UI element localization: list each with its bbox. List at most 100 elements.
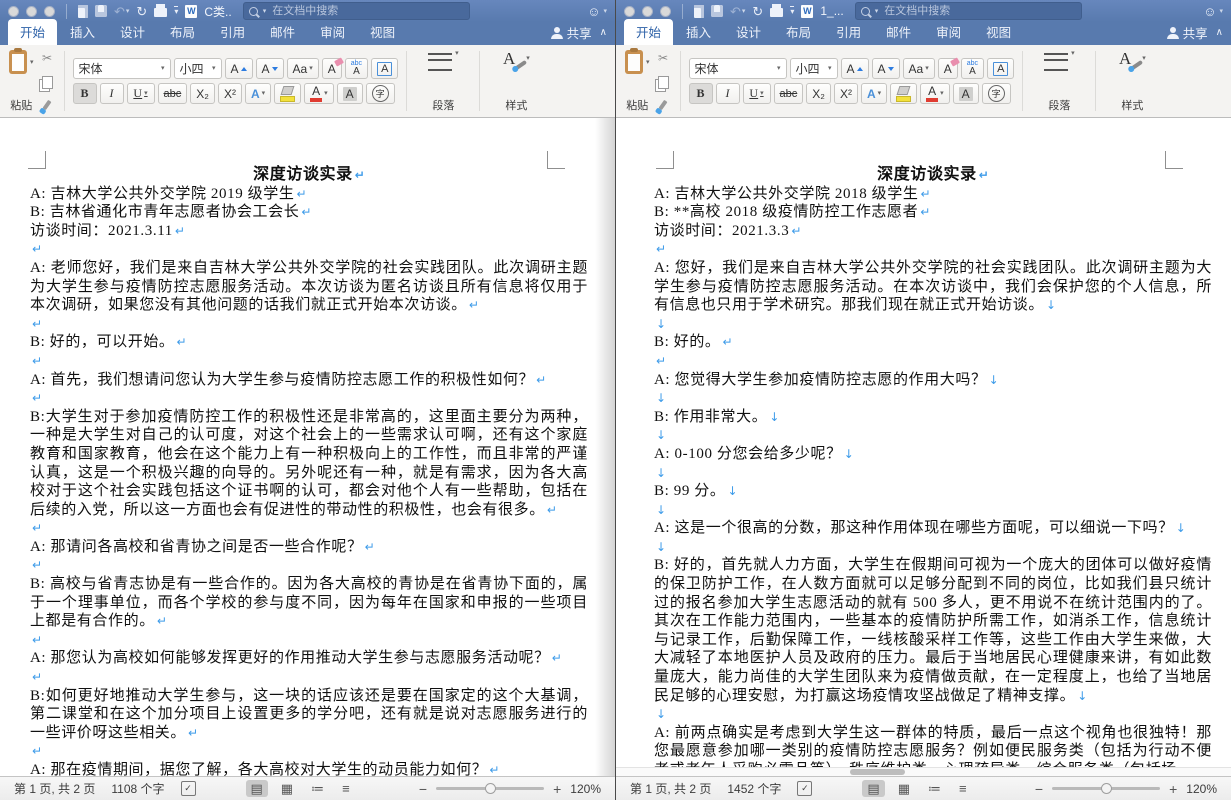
- search-caret-icon[interactable]: ▾: [263, 7, 267, 15]
- document-editing-surface[interactable]: 深度访谈实录↵A: 吉林大学公共外交学院 2018 级学生↵B: **高校 20…: [616, 118, 1231, 776]
- copy-icon[interactable]: [42, 76, 53, 89]
- paste-button[interactable]: ▾ 粘贴: [9, 50, 34, 112]
- tab-review[interactable]: 审阅: [308, 19, 357, 45]
- subscript-button[interactable]: X₂: [190, 83, 215, 104]
- shrink-font-button[interactable]: A: [872, 58, 900, 79]
- clear-formatting-button[interactable]: A: [938, 58, 958, 79]
- zoom-in-icon[interactable]: +: [1169, 781, 1177, 797]
- tab-view[interactable]: 视图: [974, 19, 1023, 45]
- outline-view-button[interactable]: ≔: [306, 780, 329, 797]
- tab-references[interactable]: 引用: [824, 19, 873, 45]
- close-button[interactable]: [624, 6, 635, 17]
- font-color-button[interactable]: A▾: [304, 83, 334, 104]
- format-painter-icon[interactable]: [43, 100, 52, 110]
- print-icon[interactable]: [770, 5, 783, 17]
- character-shading-button[interactable]: A: [337, 83, 363, 104]
- page-indicator[interactable]: 第 1 页, 共 2 页: [14, 780, 95, 797]
- draft-view-button[interactable]: ≡: [337, 780, 355, 797]
- character-border-button[interactable]: A: [371, 58, 398, 79]
- bold-button[interactable]: B: [689, 83, 713, 104]
- zoom-slider-thumb[interactable]: [485, 783, 496, 794]
- grow-font-button[interactable]: A: [841, 58, 869, 79]
- superscript-button[interactable]: X²: [218, 83, 242, 104]
- font-size-combo[interactable]: 小四▾: [790, 58, 838, 79]
- close-button[interactable]: [8, 6, 19, 17]
- underline-button[interactable]: U▾: [743, 83, 771, 104]
- cut-icon[interactable]: ✂: [42, 52, 52, 64]
- minimize-button[interactable]: [642, 6, 653, 17]
- undo-icon[interactable]: ↶▾: [730, 5, 745, 18]
- italic-button[interactable]: I: [716, 83, 740, 104]
- search-input[interactable]: [270, 4, 463, 18]
- tab-insert[interactable]: 插入: [674, 19, 723, 45]
- italic-button[interactable]: I: [100, 83, 124, 104]
- shrink-font-button[interactable]: A: [256, 58, 284, 79]
- print-icon[interactable]: [154, 5, 167, 17]
- highlight-button[interactable]: [274, 83, 301, 104]
- format-painter-icon[interactable]: [659, 100, 668, 110]
- highlight-button[interactable]: [890, 83, 917, 104]
- zoom-level[interactable]: 120%: [570, 782, 601, 796]
- undo-icon[interactable]: ↶▾: [114, 5, 129, 18]
- word-count[interactable]: 1452 个字: [727, 780, 781, 797]
- paragraph-group[interactable]: ▾ 段落: [1025, 47, 1093, 115]
- print-layout-view-button[interactable]: ▤: [246, 780, 268, 797]
- save-icon[interactable]: [711, 5, 723, 17]
- text-effects-button[interactable]: A▾: [861, 83, 887, 104]
- redo-icon[interactable]: ↻: [136, 5, 147, 18]
- zoom-out-icon[interactable]: −: [1035, 781, 1043, 797]
- grow-font-button[interactable]: A: [225, 58, 253, 79]
- bold-button[interactable]: B: [73, 83, 97, 104]
- search-box[interactable]: ▾: [243, 2, 470, 20]
- styles-group[interactable]: A▾ 样式: [1098, 47, 1166, 115]
- web-layout-view-button[interactable]: ▦: [893, 780, 915, 797]
- outline-view-button[interactable]: ≔: [923, 780, 946, 797]
- phonetic-guide-button[interactable]: abcA: [961, 58, 984, 79]
- share-button[interactable]: 共享: [551, 23, 592, 42]
- zoom-window-button[interactable]: [44, 6, 55, 17]
- search-input[interactable]: [882, 4, 1075, 18]
- collapse-ribbon-icon[interactable]: ∧: [600, 27, 607, 38]
- redo-icon[interactable]: ↻: [752, 5, 763, 18]
- feedback-smiley-icon[interactable]: ☺▾: [587, 4, 607, 19]
- proofing-status-icon[interactable]: ✓: [181, 781, 196, 796]
- tab-home[interactable]: 开始: [624, 19, 673, 45]
- minimize-button[interactable]: [26, 6, 37, 17]
- copy-icon[interactable]: [658, 76, 669, 89]
- strikethrough-button[interactable]: abc: [158, 83, 188, 104]
- toolbar-overflow-icon[interactable]: ▾: [174, 6, 178, 16]
- character-border-button[interactable]: A: [987, 58, 1014, 79]
- toolbar-overflow-icon[interactable]: ▾: [790, 6, 794, 16]
- feedback-smiley-icon[interactable]: ☺▾: [1203, 4, 1223, 19]
- tab-review[interactable]: 审阅: [924, 19, 973, 45]
- strikethrough-button[interactable]: abc: [774, 83, 804, 104]
- tab-view[interactable]: 视图: [358, 19, 407, 45]
- font-name-combo[interactable]: 宋体▾: [689, 58, 787, 79]
- subscript-button[interactable]: X₂: [806, 83, 831, 104]
- tab-mailings[interactable]: 邮件: [258, 19, 307, 45]
- tab-design[interactable]: 设计: [724, 19, 773, 45]
- new-document-icon[interactable]: [694, 5, 704, 18]
- horizontal-scrollbar[interactable]: [616, 767, 1231, 776]
- draft-view-button[interactable]: ≡: [954, 780, 972, 797]
- change-case-button[interactable]: Aa▾: [903, 58, 935, 79]
- document-editing-surface[interactable]: 深度访谈实录↵A: 吉林大学公共外交学院 2019 级学生↵B: 吉林省通化市青…: [0, 118, 615, 776]
- zoom-slider[interactable]: [436, 787, 544, 790]
- search-caret-icon[interactable]: ▾: [875, 7, 879, 15]
- phonetic-guide-button[interactable]: abcA: [345, 58, 368, 79]
- page-indicator[interactable]: 第 1 页, 共 2 页: [630, 780, 711, 797]
- tab-home[interactable]: 开始: [8, 19, 57, 45]
- search-box[interactable]: ▾: [855, 2, 1082, 20]
- enclose-characters-button[interactable]: 字: [366, 83, 395, 104]
- styles-group[interactable]: A▾ 样式: [482, 47, 550, 115]
- clear-formatting-button[interactable]: A: [322, 58, 342, 79]
- share-button[interactable]: 共享: [1167, 23, 1208, 42]
- font-name-combo[interactable]: 宋体▾: [73, 58, 171, 79]
- paste-button[interactable]: ▾ 粘贴: [625, 50, 650, 112]
- superscript-button[interactable]: X²: [834, 83, 858, 104]
- zoom-window-button[interactable]: [660, 6, 671, 17]
- save-icon[interactable]: [95, 5, 107, 17]
- change-case-button[interactable]: Aa▾: [287, 58, 319, 79]
- zoom-slider[interactable]: [1052, 787, 1160, 790]
- paragraph-group[interactable]: ▾ 段落: [409, 47, 477, 115]
